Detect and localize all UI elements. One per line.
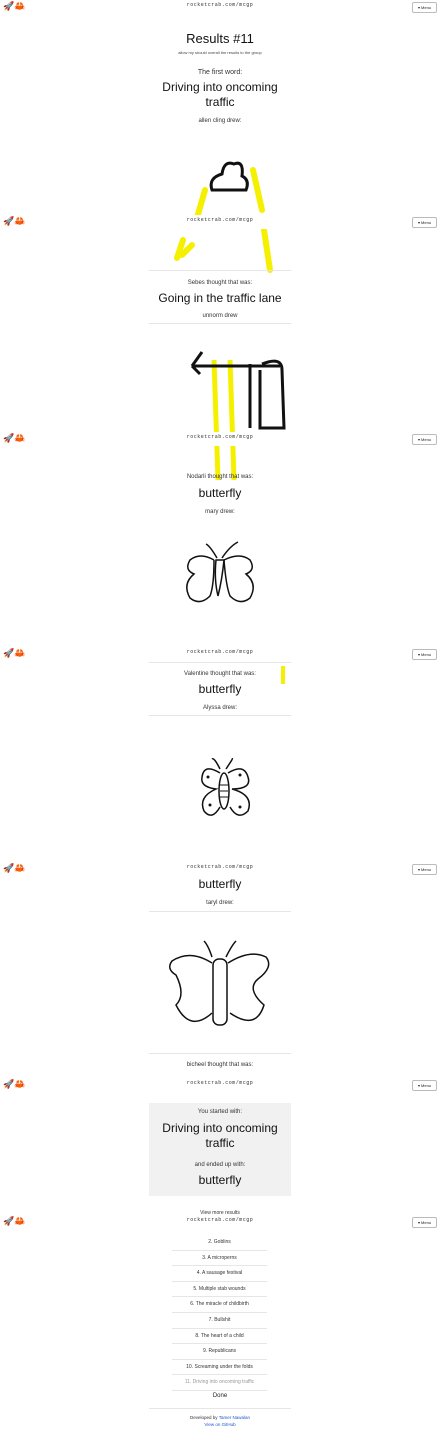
url-label: rocketcrab.com/mcgp bbox=[186, 1217, 254, 1223]
top-bar: 🚀🦀 rocketcrab.com/mcgp ▾ Menu bbox=[0, 1078, 440, 1092]
url-label: rocketcrab.com/mcgp bbox=[186, 217, 254, 223]
author-link[interactable]: Tamer Nawalan bbox=[219, 1415, 250, 1420]
guess: Going in the traffic lane bbox=[158, 291, 282, 305]
list-item[interactable]: 2. Goblins bbox=[172, 1235, 267, 1251]
menu-button[interactable]: ▾ Menu bbox=[412, 434, 437, 445]
first-word: Driving into oncoming traffic bbox=[162, 80, 278, 109]
menu-button[interactable]: ▾ Menu bbox=[412, 2, 437, 13]
divider bbox=[149, 662, 291, 663]
top-bar: 🚀🦀 rocketcrab.com/mcgp ▾ Menu bbox=[0, 1215, 440, 1229]
menu-button[interactable]: ▾ Menu bbox=[412, 649, 437, 660]
divider bbox=[149, 1053, 291, 1054]
list-item[interactable]: 4. A sausage festival bbox=[172, 1266, 267, 1282]
divider bbox=[149, 1408, 291, 1409]
drawer-label: Alyssa drew: bbox=[202, 705, 237, 711]
list-item[interactable]: 9. Republicans bbox=[172, 1344, 267, 1360]
top-bar: 🚀🦀 rocketcrab.com/mcgp ▾ Menu bbox=[0, 862, 440, 876]
guess: butterfly bbox=[198, 877, 242, 891]
done-button[interactable]: Done bbox=[0, 1393, 440, 1399]
summary-panel: You started with: Driving into oncoming … bbox=[149, 1103, 291, 1196]
divider bbox=[149, 323, 291, 324]
top-bar: 🚀🦀 rocketcrab.com/mcgp ▾ Menu bbox=[0, 432, 440, 446]
results-subtitle: allow my should overall the results to t… bbox=[178, 50, 262, 55]
divider bbox=[149, 911, 291, 912]
started-word: Driving into oncoming traffic bbox=[162, 1121, 278, 1150]
guess: butterfly bbox=[198, 682, 242, 696]
started-label: You started with: bbox=[197, 1109, 243, 1115]
ended-label: and ended up with: bbox=[194, 1162, 246, 1168]
list-item[interactable]: 11. Driving into oncoming traffic bbox=[172, 1375, 267, 1391]
footer-credit: Developed by Tamer Nawalan bbox=[0, 1415, 440, 1420]
drawing-3 bbox=[186, 541, 254, 603]
yellow-stroke bbox=[281, 666, 285, 684]
list-item[interactable]: 5. Multiple stab wounds bbox=[172, 1282, 267, 1298]
list-item[interactable]: 6. The miracle of childbirth bbox=[172, 1297, 267, 1313]
ended-word: butterfly bbox=[198, 1173, 242, 1187]
results-title: Results #11 bbox=[186, 31, 254, 46]
guess: butterfly bbox=[198, 486, 242, 500]
list-item[interactable]: 7. Bullshit bbox=[172, 1313, 267, 1329]
divider bbox=[149, 270, 291, 271]
drawer-label: mary drew: bbox=[205, 509, 235, 515]
drawing-2 bbox=[190, 351, 286, 481]
url-label: rocketcrab.com/mcgp bbox=[186, 1080, 254, 1086]
menu-button[interactable]: ▾ Menu bbox=[412, 1217, 437, 1228]
guesser-label: Valentine thought that was: bbox=[184, 671, 256, 677]
credit-prefix: Developed by bbox=[190, 1415, 218, 1420]
guesser-label: Sebes thought that was: bbox=[187, 280, 253, 286]
guesser-label: bicheel thought that was: bbox=[186, 1062, 254, 1068]
drawing-4 bbox=[201, 757, 250, 816]
url-label: rocketcrab.com/mcgp bbox=[186, 649, 254, 655]
drawer-label: taryl drew: bbox=[206, 900, 234, 906]
list-item[interactable]: 10. Screaming under the folds bbox=[172, 1360, 267, 1376]
rounds-list: 2. Goblins 3. A microperns 4. A sausage … bbox=[172, 1235, 267, 1391]
url-label: rocketcrab.com/mcgp bbox=[186, 434, 254, 440]
top-bar: 🚀🦀 rocketcrab.com/mcgp ▾ Menu bbox=[0, 215, 440, 229]
source-link[interactable]: View on GitHub bbox=[0, 1422, 440, 1427]
list-item[interactable]: 3. A microperns bbox=[172, 1251, 267, 1267]
drawing-5 bbox=[169, 940, 270, 1026]
first-word-label: The first word: bbox=[197, 69, 243, 76]
menu-button[interactable]: ▾ Menu bbox=[412, 1080, 437, 1091]
top-bar: 🚀🦀 rocketcrab.com/mcgp ▾ Menu bbox=[0, 647, 440, 661]
url-label: rocketcrab.com/mcgp bbox=[186, 864, 254, 870]
menu-button[interactable]: ▾ Menu bbox=[412, 864, 437, 875]
drawer-label: unnorm drew bbox=[202, 313, 238, 319]
guesser-label: Nodarli thought that was: bbox=[186, 474, 254, 480]
drawer-label: allen cling drew: bbox=[198, 118, 242, 124]
menu-button[interactable]: ▾ Menu bbox=[412, 217, 437, 228]
url-label: rocketcrab.com/mcgp bbox=[186, 2, 254, 8]
top-bar: 🚀🦀 rocketcrab.com/mcgp ▾ Menu bbox=[0, 0, 440, 14]
drawing-1 bbox=[174, 161, 273, 273]
divider bbox=[149, 715, 291, 716]
list-item[interactable]: 8. The heart of a child bbox=[172, 1329, 267, 1345]
